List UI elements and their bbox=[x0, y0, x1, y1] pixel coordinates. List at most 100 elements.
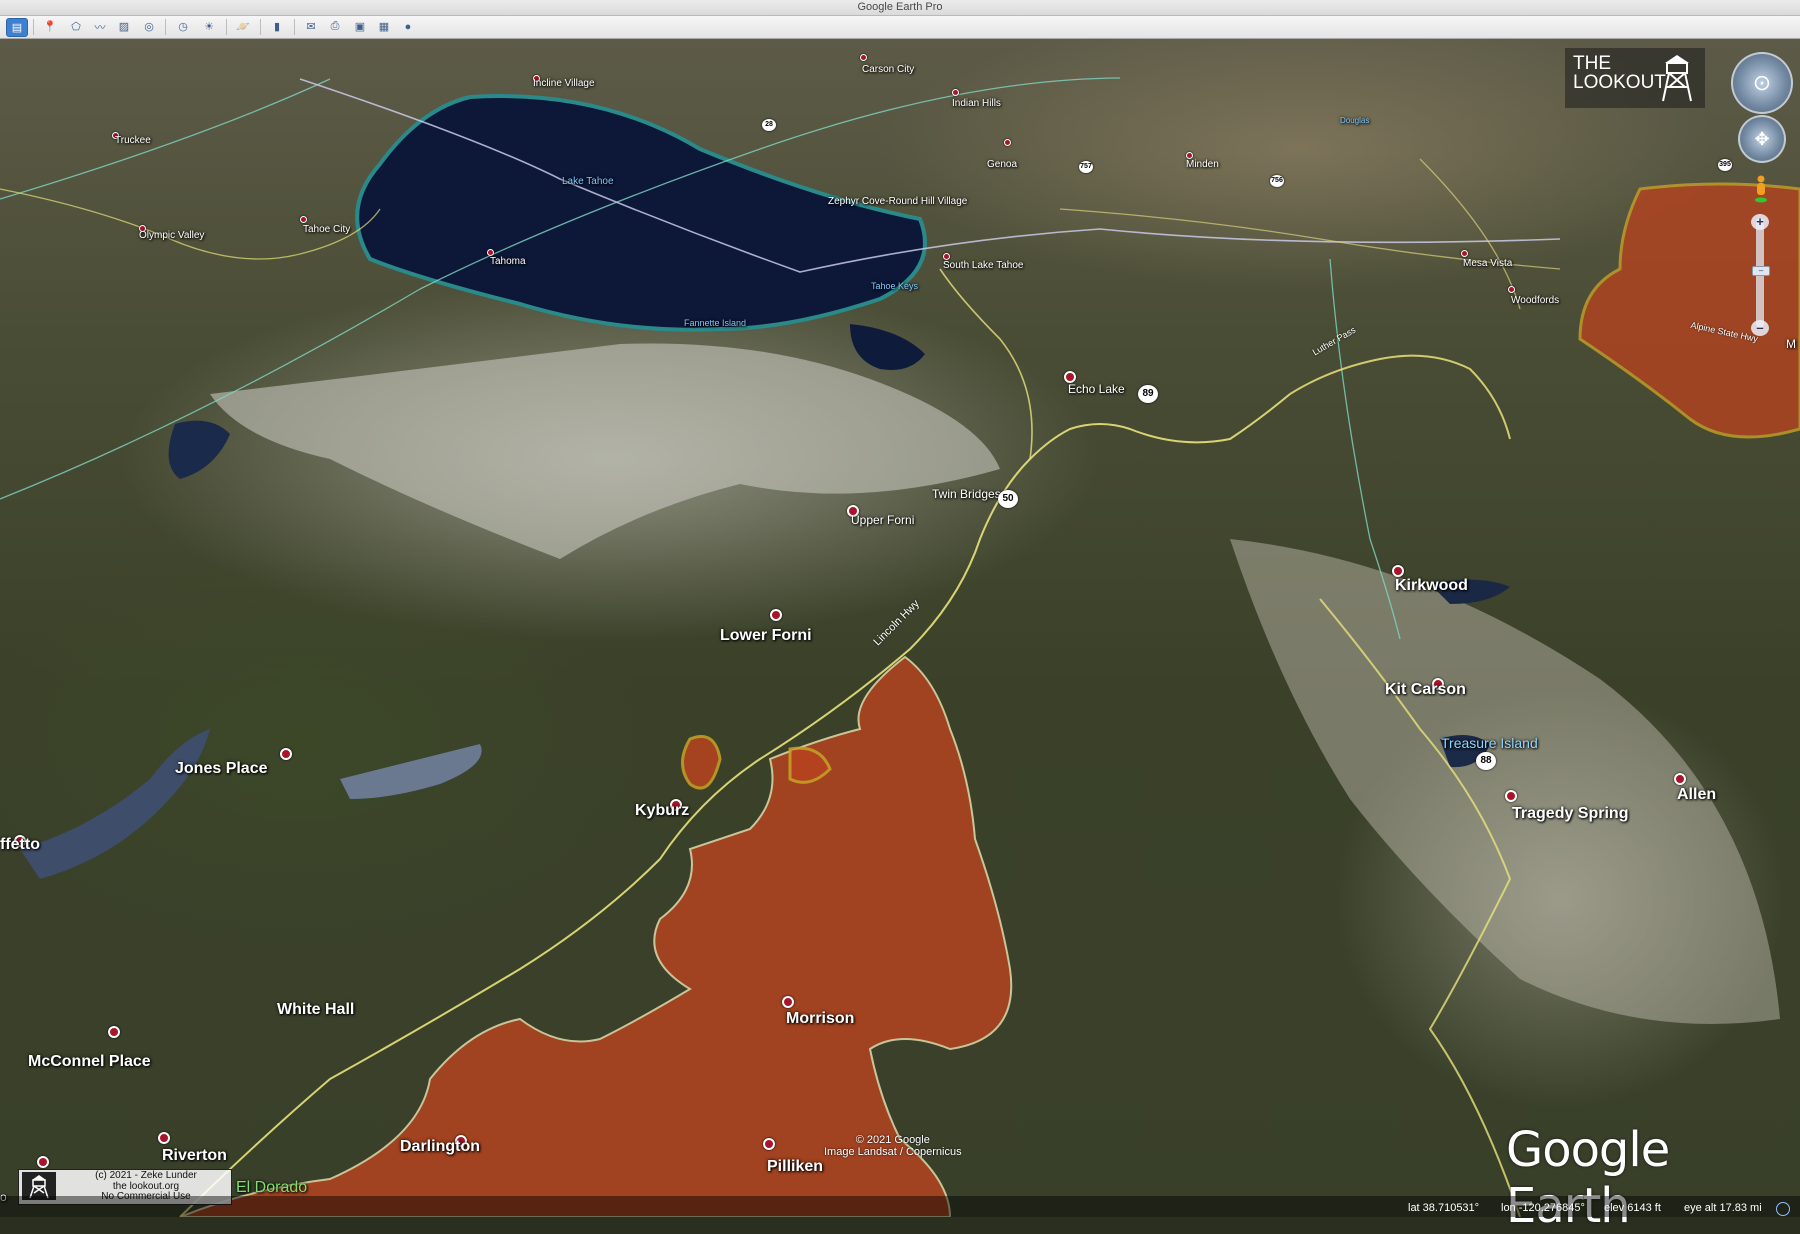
sun-icon[interactable]: ☀ bbox=[199, 18, 219, 35]
hwy-88-shield: 88 bbox=[1476, 752, 1496, 770]
save-image-icon[interactable]: ▣ bbox=[350, 18, 370, 35]
place-tahoe-city[interactable]: Tahoe City bbox=[303, 224, 350, 235]
place-indian-hills[interactable]: Indian Hills bbox=[952, 98, 1001, 109]
place-mesa-vista[interactable]: Mesa Vista bbox=[1463, 258, 1512, 269]
movie-icon[interactable]: ▦ bbox=[374, 18, 394, 35]
zoom-slider-handle[interactable]: – bbox=[1752, 266, 1770, 276]
place-el-dorado[interactable]: El Dorado bbox=[236, 1179, 307, 1197]
place-white-hall[interactable]: White Hall bbox=[277, 1001, 354, 1019]
place-tragedy-spring[interactable]: Tragedy Spring bbox=[1512, 805, 1628, 823]
place-genoa[interactable]: Genoa bbox=[987, 159, 1017, 170]
place-lake-tahoe[interactable]: Lake Tahoe bbox=[562, 176, 614, 187]
image-overlay-icon[interactable]: ▨ bbox=[114, 18, 134, 35]
toolbar-separator bbox=[226, 19, 227, 35]
place-truckee[interactable]: Truckee bbox=[115, 135, 151, 146]
place-upper-forni[interactable]: Upper Forni bbox=[851, 513, 914, 527]
tour-icon[interactable]: ◎ bbox=[139, 18, 159, 35]
place-twin-bridges[interactable]: Twin Bridges bbox=[932, 487, 1001, 501]
place-pin[interactable] bbox=[1004, 139, 1011, 146]
copyright-line1: © 2021 Google bbox=[855, 1134, 930, 1146]
place-echo-lake[interactable]: Echo Lake bbox=[1068, 382, 1125, 396]
zoom-in-icon[interactable]: + bbox=[1751, 214, 1769, 230]
place-riverton[interactable]: Riverton bbox=[162, 1147, 227, 1165]
place-darlington[interactable]: Darlington bbox=[400, 1138, 480, 1156]
status-lon: lon -120.276845° bbox=[1501, 1202, 1585, 1214]
place-carson-city[interactable]: Carson City bbox=[862, 64, 914, 75]
maps-icon[interactable]: ● bbox=[398, 18, 418, 35]
map-viewport[interactable]: Incline Village Carson City Indian Hills… bbox=[0, 39, 1800, 1217]
hwy-395-shield: 395 bbox=[1718, 159, 1732, 171]
place-pin[interactable] bbox=[860, 54, 867, 61]
window-title: Google Earth Pro bbox=[857, 1, 943, 13]
place-pin[interactable] bbox=[37, 1156, 49, 1168]
union-valley-reservoir bbox=[20, 729, 210, 879]
place-pin[interactable] bbox=[782, 996, 794, 1008]
place-olympic-valley[interactable]: Olympic Valley bbox=[139, 230, 204, 241]
place-ffetto[interactable]: ffetto bbox=[0, 836, 40, 854]
place-south-lake-tahoe[interactable]: South Lake Tahoe bbox=[943, 260, 1023, 271]
place-pilliken[interactable]: Pilliken bbox=[767, 1158, 823, 1176]
place-pin[interactable] bbox=[763, 1138, 775, 1150]
place-pin[interactable] bbox=[1461, 250, 1468, 257]
look-joystick-icon[interactable]: ⊙ bbox=[1731, 52, 1793, 114]
place-fannette-island[interactable]: Fannette Island bbox=[684, 318, 746, 328]
place-allen[interactable]: Allen bbox=[1677, 786, 1716, 804]
place-pin[interactable] bbox=[1392, 565, 1404, 577]
place-morrison[interactable]: Morrison bbox=[786, 1010, 854, 1028]
place-woodfords[interactable]: Woodfords bbox=[1511, 295, 1559, 306]
history-icon[interactable]: ◷ bbox=[173, 18, 193, 35]
planets-icon[interactable]: 🪐 bbox=[233, 18, 253, 35]
window-title-bar: Google Earth Pro bbox=[0, 0, 1800, 16]
place-jones-place[interactable]: Jones Place bbox=[175, 760, 268, 778]
toolbar: ▤ 📍 ⬠ 〰 ▨ ◎ ◷ ☀ 🪐 ▮ ✉ ⎙ ▣ ▦ ● bbox=[0, 16, 1800, 39]
status-elev: elev 6143 ft bbox=[1604, 1202, 1661, 1214]
place-pin[interactable] bbox=[1508, 286, 1515, 293]
place-pin[interactable] bbox=[1674, 773, 1686, 785]
sidebar-icon[interactable]: ▤ bbox=[6, 18, 28, 37]
place-pin[interactable] bbox=[487, 249, 494, 256]
place-pin[interactable] bbox=[158, 1132, 170, 1144]
place-minden[interactable]: Minden bbox=[1186, 159, 1219, 170]
place-pin[interactable] bbox=[1186, 152, 1193, 159]
hwy-756-shield: 756 bbox=[1270, 175, 1284, 187]
place-pin[interactable] bbox=[280, 748, 292, 760]
place-tahoe-keys[interactable]: Tahoe Keys bbox=[871, 281, 918, 291]
loon-lake bbox=[168, 420, 230, 479]
place-mcconnel-place[interactable]: McConnel Place bbox=[28, 1053, 151, 1071]
fallen-leaf-lake bbox=[850, 324, 925, 370]
place-kit-carson[interactable]: Kit Carson bbox=[1385, 681, 1466, 699]
hwy-28-shield: 28 bbox=[762, 119, 776, 131]
hwy-89-shield: 89 bbox=[1138, 385, 1158, 403]
place-pin[interactable] bbox=[1505, 790, 1517, 802]
place-lower-forni[interactable]: Lower Forni bbox=[720, 627, 812, 645]
print-icon[interactable]: ⎙ bbox=[325, 18, 345, 35]
place-treasure-island[interactable]: Treasure Island bbox=[1441, 735, 1538, 751]
place-douglas[interactable]: Douglas bbox=[1340, 116, 1369, 125]
street-view-pegman-icon[interactable] bbox=[1754, 175, 1768, 203]
polygon-icon[interactable]: ⬠ bbox=[66, 18, 86, 35]
toolbar-separator bbox=[260, 19, 261, 35]
place-pin[interactable] bbox=[943, 253, 950, 260]
toolbar-separator bbox=[165, 19, 166, 35]
status-eye-alt: eye alt 17.83 mi bbox=[1684, 1202, 1762, 1214]
move-joystick-icon[interactable]: ✥ bbox=[1738, 115, 1786, 163]
place-zephyr-cove[interactable]: Zephyr Cove-Round Hill Village bbox=[828, 196, 967, 207]
place-pin[interactable] bbox=[300, 216, 307, 223]
luther-pass-road bbox=[1289, 354, 1511, 440]
path-icon[interactable]: 〰 bbox=[90, 18, 110, 35]
hwy-757-shield: 757 bbox=[1079, 161, 1093, 173]
ruler-icon[interactable]: ▮ bbox=[267, 18, 287, 35]
place-kyburz[interactable]: Kyburz bbox=[635, 802, 689, 820]
email-icon[interactable]: ✉ bbox=[301, 18, 321, 35]
zoom-out-icon[interactable]: – bbox=[1751, 320, 1769, 336]
placemark-icon[interactable]: 📍 bbox=[40, 18, 60, 35]
place-edge-m[interactable]: M bbox=[1786, 337, 1796, 351]
place-kirkwood[interactable]: Kirkwood bbox=[1395, 577, 1468, 595]
place-pin[interactable] bbox=[952, 89, 959, 96]
us-395-road bbox=[1419, 158, 1521, 310]
status-lat: lat 38.710531° bbox=[1408, 1202, 1480, 1214]
place-incline-village[interactable]: Incline Village bbox=[533, 78, 595, 89]
place-tahoma[interactable]: Tahoma bbox=[490, 256, 526, 267]
place-pin[interactable] bbox=[770, 609, 782, 621]
place-pin[interactable] bbox=[108, 1026, 120, 1038]
